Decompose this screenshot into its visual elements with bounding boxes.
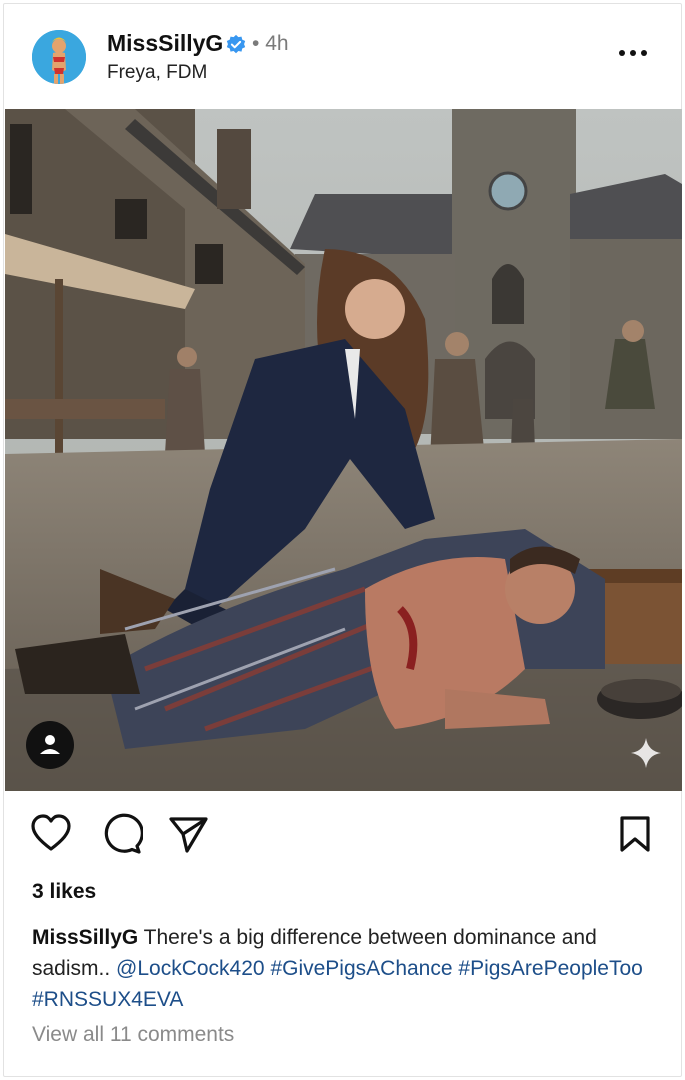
- send-icon[interactable]: [166, 812, 210, 856]
- post-time: • 4h: [252, 32, 289, 56]
- post-card: MissSillyG • 4h Freya, FDM 3 likes MissS…: [3, 3, 682, 1077]
- caption-mention[interactable]: @LockCock420: [116, 957, 265, 980]
- post-actions: [4, 804, 681, 864]
- caption-hashtag[interactable]: #GivePigsAChance: [270, 957, 452, 980]
- post-image[interactable]: [5, 109, 682, 791]
- time-label: 4h: [265, 32, 289, 55]
- likes-count[interactable]: 3 likes: [32, 880, 96, 904]
- time-separator: •: [252, 32, 260, 55]
- post-header: MissSillyG • 4h Freya, FDM: [4, 4, 681, 109]
- post-caption: MissSillyG There's a big difference betw…: [32, 922, 652, 1015]
- view-all-comments-link[interactable]: View all 11 comments: [32, 1023, 234, 1047]
- ai-sparkle-icon: [631, 738, 661, 768]
- bookmark-icon[interactable]: [613, 812, 657, 856]
- caption-hashtag[interactable]: #RNSSUX4EVA: [32, 988, 183, 1011]
- post-location[interactable]: Freya, FDM: [107, 62, 207, 84]
- caption-hashtag[interactable]: #PigsArePeopleToo: [458, 957, 642, 980]
- comment-icon[interactable]: [99, 812, 143, 856]
- verified-badge-icon: [226, 34, 246, 54]
- profile-avatar[interactable]: [32, 30, 86, 84]
- heart-icon[interactable]: [29, 812, 73, 856]
- tagged-user-icon[interactable]: [26, 721, 74, 769]
- post-photo-illustration: [5, 109, 682, 791]
- caption-username[interactable]: MissSillyG: [32, 926, 138, 949]
- post-username[interactable]: MissSillyG: [107, 30, 223, 57]
- more-options-icon[interactable]: [618, 48, 648, 58]
